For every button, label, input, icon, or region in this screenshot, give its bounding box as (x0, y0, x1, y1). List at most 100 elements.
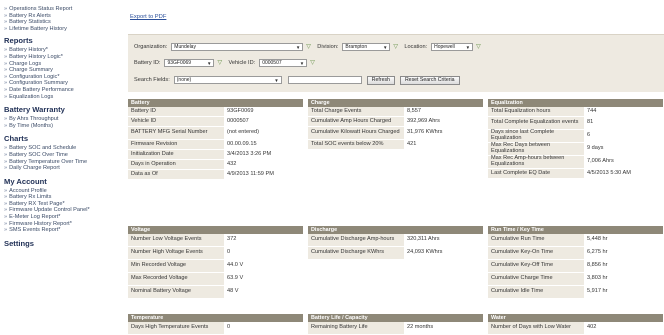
location-label: Location: (404, 44, 428, 50)
sidebar-item[interactable]: » Charge Logs (4, 61, 122, 68)
table-row: Cumulative Kilowatt Hours Charged 31,976 … (308, 127, 483, 140)
sidebar-item[interactable]: » SMS Events Report* (4, 227, 122, 234)
export-to-pdf-link[interactable]: Export to PDF (130, 14, 166, 20)
sidebar-item[interactable]: » Battery Temperature Over Time (4, 159, 122, 166)
sidebar-item[interactable]: » By Time (Months) (4, 123, 122, 130)
sidebar-item[interactable]: » By Ahrs Throughput (4, 116, 122, 123)
panel-header: Charge (308, 99, 483, 107)
filter-row-search: Search Fields: (none) ▼ Refresh Reset Sea… (134, 75, 460, 85)
sidebar-item[interactable]: » Battery Rx Limits (4, 194, 122, 201)
table-row: Vehicle ID 0000507 (128, 117, 303, 127)
table-row: Cumulative Key-Off Time 8,856 hr (488, 260, 663, 273)
sidebar-item[interactable]: » Battery SOC and Schedule (4, 145, 122, 152)
table-row: Total Complete Equalization events 81 (488, 117, 663, 130)
sidebar-heading-charts: Charts (4, 134, 29, 144)
table-row: Total Charge Events 8,557 (308, 107, 483, 117)
table-row: Days High Temperature Events 0 (128, 322, 303, 335)
sidebar-item[interactable]: » Configuration Logic* (4, 74, 122, 81)
battery-id-label: Battery ID: (134, 60, 161, 66)
filter-panel: Organization: Mundelay ▼ ▽ Division: Bram… (128, 34, 664, 92)
organization-label: Organization: (134, 44, 168, 50)
battery-panel: Battery Battery ID 93GF0069 Vehicle ID 000… (128, 99, 303, 180)
battery-life-panel: Battery Life / Capacity Remaining Batter… (308, 314, 483, 335)
sidebar-item[interactable]: » Battery History* (4, 47, 122, 54)
sidebar-item[interactable]: » Daily Charge Report (4, 165, 122, 172)
sidebar-item[interactable]: » Battery RX Test Page* (4, 201, 122, 208)
table-row: Min Recorded Voltage 44.0 V (128, 260, 303, 273)
organization-select[interactable]: Mundelay ▼ (171, 43, 304, 51)
table-row: Battery ID 93GF0069 (128, 107, 303, 117)
battery-id-value: 93GF0069 (167, 60, 192, 66)
battery-id-select[interactable]: 93GF0069 ▼ (164, 59, 215, 67)
panel-header: Equalization (488, 99, 663, 107)
sidebar-item[interactable]: » Charge Summary (4, 67, 122, 74)
table-row: Cumulative Amp Hours Charged 392,969 Ahrs (308, 117, 483, 127)
table-row: Number of Days with Low Water 402 (488, 322, 663, 335)
sidebar-item[interactable]: » Firmware History Report* (4, 221, 122, 228)
chevron-down-icon: ▼ (465, 44, 471, 50)
table-row: Cumulative Discharge Amp-hours 320,311 Ah… (308, 234, 483, 247)
reset-search-criteria-button[interactable]: Reset Search Criteria (399, 75, 460, 85)
table-row: Days since last Complete Equalization 6 (488, 130, 663, 143)
table-row: Total SOC events below 20% 421 (308, 140, 483, 150)
filter-icon[interactable]: ▽ (217, 60, 223, 66)
filter-row-org: Organization: Mundelay ▼ ▽ Division: Bram… (134, 42, 487, 52)
panel-header: Temperature (128, 314, 303, 322)
sidebar-item[interactable]: » Battery SOC Over Time (4, 152, 122, 159)
sidebar-item[interactable]: » Lifetime Battery History (4, 26, 122, 33)
sidebar-charts-list: » Battery SOC and Schedule » Battery SOC O… (4, 145, 122, 171)
chevron-down-icon: ▼ (274, 77, 279, 83)
table-row: Cumulative Idle Time 5,917 hr (488, 286, 663, 299)
search-fields-select[interactable]: (none) ▼ (173, 76, 282, 84)
table-row: Number Low Voltage Events 372 (128, 234, 303, 247)
table-row: Max Recorded Voltage 63.9 V (128, 273, 303, 286)
table-row: BATTERY MFG Serial Number (not entered) (128, 127, 303, 140)
sidebar-item[interactable]: » Battery Statistics (4, 19, 122, 26)
division-label: Division: (317, 44, 339, 50)
filter-icon[interactable]: ▽ (310, 60, 316, 66)
sidebar-item[interactable]: » Battery Rx Alerts (4, 13, 122, 20)
temperature-panel: Temperature Days High Temperature Events… (128, 314, 303, 335)
location-value: Hopewell (434, 44, 455, 50)
sidebar-item[interactable]: » Battery History Logic* (4, 54, 122, 61)
search-input[interactable] (287, 76, 362, 84)
chevron-down-icon: ▼ (295, 44, 301, 50)
filter-icon[interactable]: ▽ (393, 44, 399, 50)
chevron-down-icon: ▼ (299, 60, 305, 66)
search-fields-value: (none) (176, 77, 192, 83)
table-row: Data as Of 4/9/2013 11:59 PM (128, 170, 303, 180)
panel-header: Run Time / Key Time (488, 226, 663, 234)
sidebar-item[interactable]: » Date Battery Performance (4, 87, 122, 94)
sidebar-warranty-list: » By Ahrs Throughput » By Time (Months) (4, 116, 122, 129)
filter-icon[interactable]: ▽ (306, 44, 312, 50)
sidebar-reports-list: » Battery History* » Battery History Logic… (4, 47, 122, 100)
table-row: Firmware Revision 00.00.09.15 (128, 140, 303, 150)
panel-header: Discharge (308, 226, 483, 234)
sidebar-item[interactable]: » Configuration Summary (4, 80, 122, 87)
sidebar-item[interactable]: » Equalization Logs (4, 94, 122, 101)
vehicle-id-select[interactable]: 0000507 ▼ (259, 59, 308, 67)
equalization-panel: Equalization Total Equalization hours 744… (488, 99, 663, 179)
location-select[interactable]: Hopewell ▼ (431, 43, 474, 51)
table-row: Max Rec Amp-hours between Equalizations 7… (488, 156, 663, 169)
table-row: Number High Voltage Events 0 (128, 247, 303, 260)
table-row: Initialization Date 3/4/2013 3:26 PM (128, 150, 303, 160)
table-row: Nominal Battery Voltage 48 V (128, 286, 303, 299)
sidebar-item[interactable]: » Operations Status Report (4, 6, 122, 13)
table-row: Cumulative Charge Time 3,803 hr (488, 273, 663, 286)
sidebar-item[interactable]: » Account Profile (4, 188, 122, 195)
sidebar-item[interactable]: » Firmware Update Control Panel* (4, 207, 122, 214)
panel-header: Battery Life / Capacity (308, 314, 483, 322)
table-row: Total Equalization hours 744 (488, 107, 663, 117)
refresh-button[interactable]: Refresh (366, 75, 395, 85)
division-select[interactable]: Brampton ▼ (342, 43, 391, 51)
vehicle-id-label: Vehicle ID: (228, 60, 256, 66)
sidebar-top-list: » Operations Status Report » Battery Rx Al… (4, 6, 122, 32)
chevron-down-icon: ▼ (382, 44, 388, 50)
table-row: Remaining Battery Life 22 months (308, 322, 483, 335)
sidebar-heading-battery-warranty: Battery Warranty (4, 105, 65, 115)
filter-icon[interactable]: ▽ (476, 44, 482, 50)
runtime-panel: Run Time / Key Time Cumulative Run Time 5… (488, 226, 663, 299)
main-content: Export to PDF Organization: Mundelay ▼ ▽ … (122, 0, 664, 335)
sidebar-item[interactable]: » E-Meter Log Report* (4, 214, 122, 221)
